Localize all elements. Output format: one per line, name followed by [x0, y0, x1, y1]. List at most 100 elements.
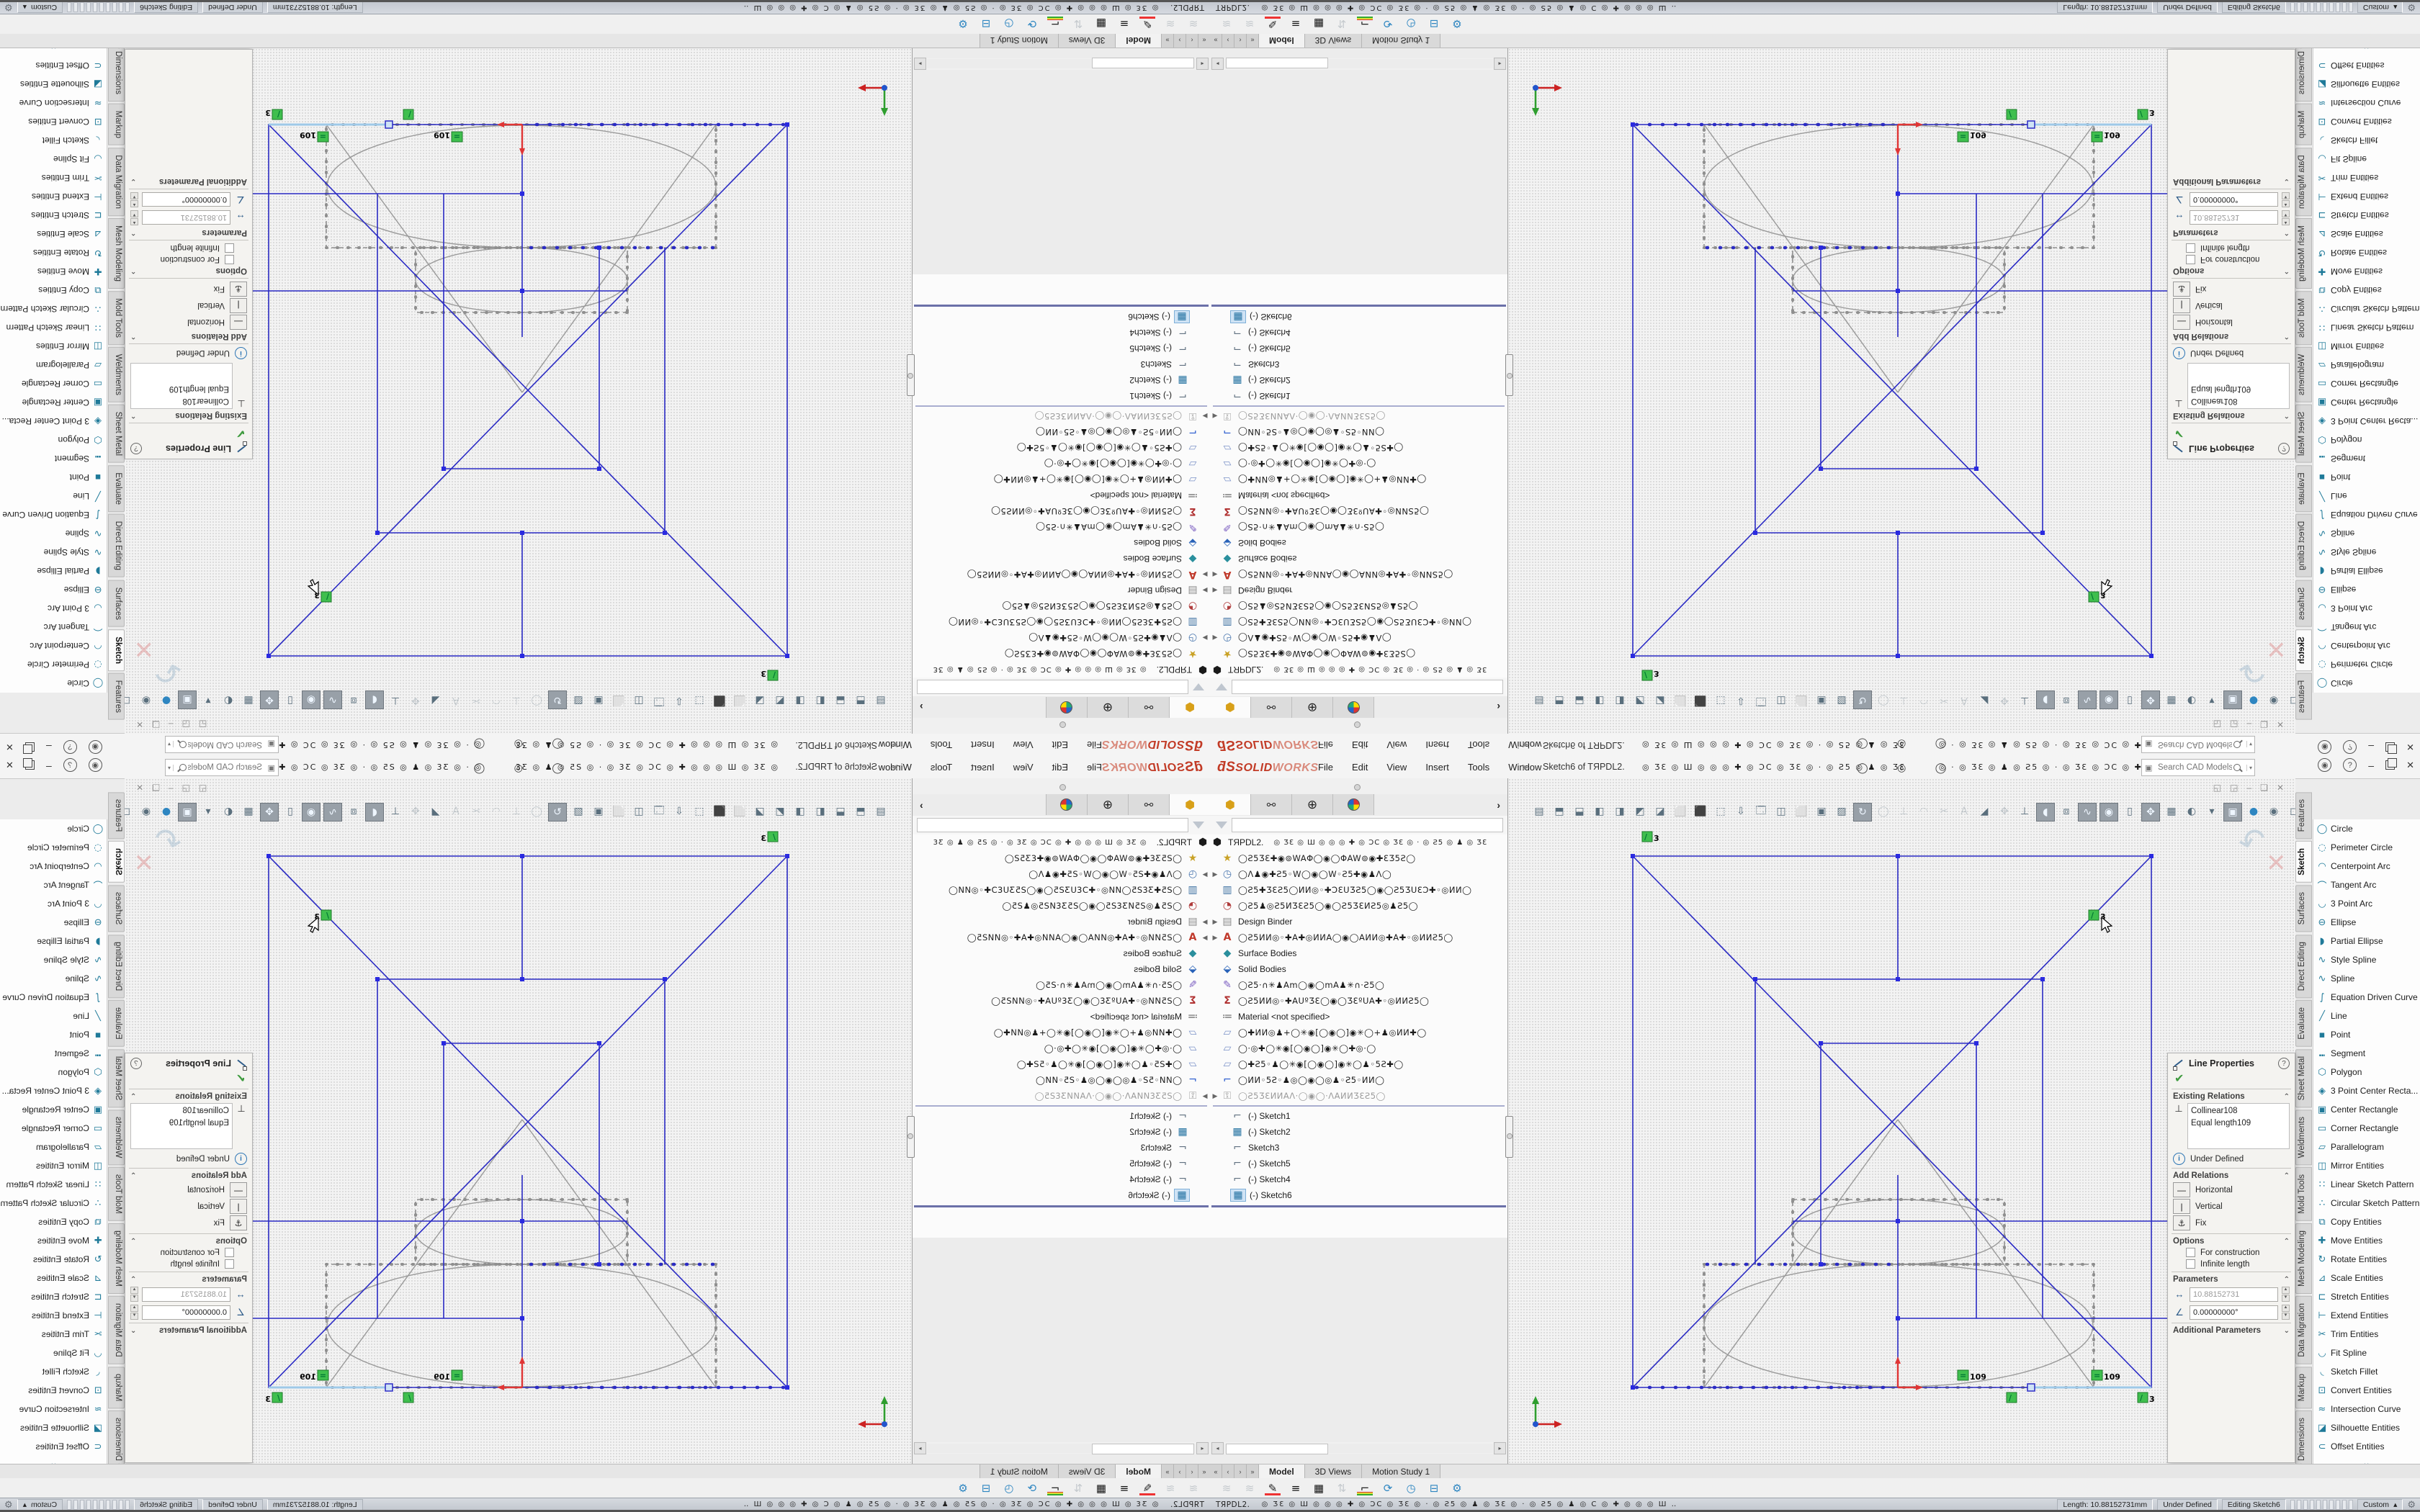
tool-menu-item[interactable]: ✚ Move Entities	[0, 1231, 107, 1250]
user-account-icon[interactable]: ◉	[89, 740, 102, 754]
search-input[interactable]	[187, 762, 264, 773]
collapse-caret-icon[interactable]: ⌃	[130, 229, 136, 237]
command-tab[interactable]: Markup	[2295, 1367, 2312, 1408]
tool-menu-item[interactable]: ⊖ Ellipse	[2313, 580, 2420, 599]
tool-menu-item[interactable]: ◟ Sketch Fillet	[0, 131, 107, 150]
markup-tool-icon[interactable]: ⟳	[1024, 17, 1040, 32]
add-relation-row[interactable]: — Horizontal	[2173, 315, 2290, 330]
command-tab[interactable]: Sketch	[108, 841, 125, 883]
tool-menu-item[interactable]: ⑉ Segment	[0, 1044, 107, 1063]
tool-menu-item[interactable]: ⌒ Tangent Arc	[0, 618, 107, 636]
spinner[interactable]: ▲▼	[130, 192, 138, 207]
tool-menu-item[interactable]: ⧉ Copy Entities	[0, 1212, 107, 1231]
tree-row[interactable]: ▱ ◯✚Ƨ5◦♟◯✳◉[◯◉◯]◉✳◯♟◦5Ƨ✚◯	[1210, 1056, 1507, 1072]
command-tab[interactable]: Mesh Modeling	[2295, 1223, 2312, 1294]
tool-menu-item[interactable]: ∷ Linear Sketch Pattern	[2313, 318, 2420, 337]
expand-arrow-icon[interactable]: ▶	[1200, 413, 1210, 420]
tree-row[interactable]: ▶ ⚿ ◯Ƨ5ƷƐИИAΛ·◯◉◯·ΛAИИƷƐƧ5◯	[1210, 408, 1507, 424]
tool-menu-item[interactable]: ✂ Trim Entities	[2313, 1325, 2420, 1344]
expand-arrow-icon[interactable]: ▶	[1210, 1092, 1220, 1100]
menu-item[interactable]: Tools	[931, 762, 952, 773]
tool-menu-item[interactable]: ◈ 3 Point Center Recta...	[0, 412, 107, 431]
tool-menu-item[interactable]: ⊏ Stretch Entities	[2313, 206, 2420, 225]
collapse-caret-icon[interactable]: ⌃	[130, 267, 136, 275]
sketch-row[interactable]: ⌐ (-) Sketch5	[913, 1156, 1210, 1171]
tool-menu-item[interactable]: ▣ Center Rectangle	[2313, 393, 2420, 412]
tool-menu-item[interactable]: ∫ Equation Driven Curve	[0, 505, 107, 524]
command-tab[interactable]: Markup	[108, 104, 125, 145]
ok-button[interactable]: ✔	[130, 1071, 246, 1086]
tree-row[interactable]: ★ ◯Ƨ5ƷƐ✚◉⊚WAΦ◯◉◯ΦAW⊚◉✚ƐƷ5Ƨ◯	[913, 646, 1210, 662]
tool-menu-item[interactable]: ⊢ Extend Entities	[0, 1306, 107, 1325]
tool-menu-item[interactable]: ◡ Fit Spline	[2313, 1344, 2420, 1362]
solidworks-status-icon[interactable]: ⚙	[4, 1499, 13, 1511]
tool-menu-item[interactable]: ∿ Style Spline	[2313, 950, 2420, 969]
collapse-caret-icon[interactable]: ⌃	[2284, 1276, 2290, 1284]
tree-row[interactable]: ≔ Material <not specified>	[1210, 1009, 1507, 1025]
expand-arrow-icon[interactable]: ▶	[1200, 587, 1210, 595]
sketch-row[interactable]: ⌐ (-) Sketch4	[913, 325, 1210, 341]
markup-tool-icon[interactable]: ✎	[1265, 1481, 1281, 1495]
expand-arrow-icon[interactable]: ▶	[1200, 934, 1210, 942]
tab-configurationmanager[interactable]: ⊕	[1087, 697, 1128, 718]
collapse-caret-icon[interactable]: ⌃	[130, 333, 136, 341]
add-relation-row[interactable]: — Horizontal	[130, 1182, 247, 1197]
minimize-button[interactable]: –	[46, 742, 52, 753]
collapse-caret-icon[interactable]: ⌃	[2284, 1238, 2290, 1246]
expand-caret-icon[interactable]: ⌄	[2284, 1327, 2290, 1335]
tool-menu-item[interactable]: ◠ Centerpoint Arc	[2313, 857, 2420, 876]
document-tab[interactable]: 3D Views	[1305, 33, 1362, 48]
scroll-left-button[interactable]: ◂	[1211, 1442, 1224, 1454]
panel-splitter[interactable]	[907, 1116, 915, 1158]
tool-menu-item[interactable]: ↻ Rotate Entities	[0, 243, 107, 262]
tool-menu-item[interactable]: ⊢ Extend Entities	[2313, 1306, 2420, 1325]
add-relation-row[interactable]: ⚓ Fix	[2173, 1215, 2290, 1230]
tool-menu-item[interactable]: ◯ Circle	[2313, 819, 2420, 838]
sketch-row[interactable]: ⌐ Sketch3	[1210, 356, 1507, 372]
search-input[interactable]	[187, 739, 264, 750]
relation-item[interactable]: Collinear108	[2191, 395, 2286, 407]
tool-menu-item[interactable]: ✚ Move Entities	[0, 262, 107, 281]
sketch-row[interactable]: ⌐ (-) Sketch1	[913, 1108, 1210, 1124]
tree-row[interactable]: ▱ ◯·◎✚◯✳◉[◯◉◯]◉✳◯✚◎·◯	[913, 456, 1210, 472]
collapse-caret-icon[interactable]: ⌃	[130, 1276, 136, 1284]
tree-row[interactable]: ⌐ ◯ИИ◦5Ƨ◦♟◎◯◉◯◎♟◦Ƨ5◦ИИ◯	[1210, 424, 1507, 440]
markup-tool-icon[interactable]: ≡	[1288, 1481, 1304, 1495]
command-tab[interactable]: Surfaces	[108, 580, 125, 627]
scroll-thumb[interactable]	[1226, 1444, 1328, 1454]
tool-menu-item[interactable]: ↻ Rotate Entities	[2313, 243, 2420, 262]
tree-row[interactable]: ⌐ ◯ИИ◦5Ƨ◦♟◎◯◉◯◎♟◦Ƨ5◦ИИ◯	[1210, 1072, 1507, 1088]
tree-root-row[interactable]: ⬢ TЯPDL2. ◎ ƷƐ ◎ Ш ◎ ◎ ◎ ✚ ◎ ƆC ◎ ƷƐ ◎ ·…	[913, 834, 1210, 850]
custom-dropdown[interactable]: Custom▴	[17, 1499, 63, 1511]
tree-row[interactable]: ★ ◯Ƨ5ƷƐ✚◉⊚WAΦ◯◉◯ΦAW⊚◉✚ƐƷ5Ƨ◯	[1210, 646, 1507, 662]
tab-nav-button[interactable]: ›	[1234, 33, 1247, 48]
markup-tool-icon[interactable]: ⊟	[1426, 17, 1442, 32]
expand-arrow-icon[interactable]: ▶	[1210, 918, 1220, 926]
parameter-input[interactable]: 0.00000000°	[2190, 1305, 2278, 1320]
markup-tool-icon[interactable]: ▦	[1093, 1481, 1109, 1495]
tab-featuremanager[interactable]: ⬢	[1210, 794, 1251, 815]
markup-tool-icon[interactable]: ⚙	[955, 1481, 971, 1495]
markup-tool-icon[interactable]: ▦	[1311, 17, 1327, 32]
tool-menu-item[interactable]: ⌒ Tangent Arc	[0, 876, 107, 894]
tool-menu-item[interactable]: ⬡ Polygon	[0, 431, 107, 449]
relation-button[interactable]: |	[230, 298, 247, 313]
markup-tool-icon[interactable]: ≋	[1186, 17, 1201, 32]
tree-row[interactable]: ◆ Surface Bodies	[913, 551, 1210, 567]
tool-menu-item[interactable]: ∿ Style Spline	[0, 950, 107, 969]
scroll-right-button[interactable]: ▸	[1494, 1442, 1506, 1454]
markup-tool-icon[interactable]: ⌐	[1357, 17, 1373, 32]
tab-nav-button[interactable]: »	[1161, 1464, 1173, 1479]
tool-menu-item[interactable]: ✚ Move Entities	[2313, 1231, 2420, 1250]
markup-tool-icon[interactable]: ✎	[1139, 1481, 1155, 1495]
command-tab[interactable]: Sketch	[108, 629, 125, 671]
markup-tool-icon[interactable]: ▦	[1311, 1481, 1327, 1495]
add-relation-row[interactable]: ⚓ Fix	[130, 282, 247, 297]
tool-menu-item[interactable]: ▭ Corner Rectangle	[0, 374, 107, 393]
tree-row[interactable]: Σ ◯Ƨ5ИИ◎◦✚AUºƷƐ◯◉◯ƷƐºUA✚◦◎ИИƧ5◯	[913, 503, 1210, 519]
command-tab[interactable]: Data Migration	[2295, 1296, 2312, 1364]
tab-nav-button[interactable]: ›	[1234, 1464, 1247, 1479]
tool-menu-item[interactable]: ◗ Partial Ellipse	[2313, 932, 2420, 950]
scroll-left-button[interactable]: ◂	[1211, 58, 1224, 71]
tree-row[interactable]: ▱ ◯·◎✚◯✳◉[◯◉◯]◉✳◯✚◎·◯	[913, 1040, 1210, 1056]
